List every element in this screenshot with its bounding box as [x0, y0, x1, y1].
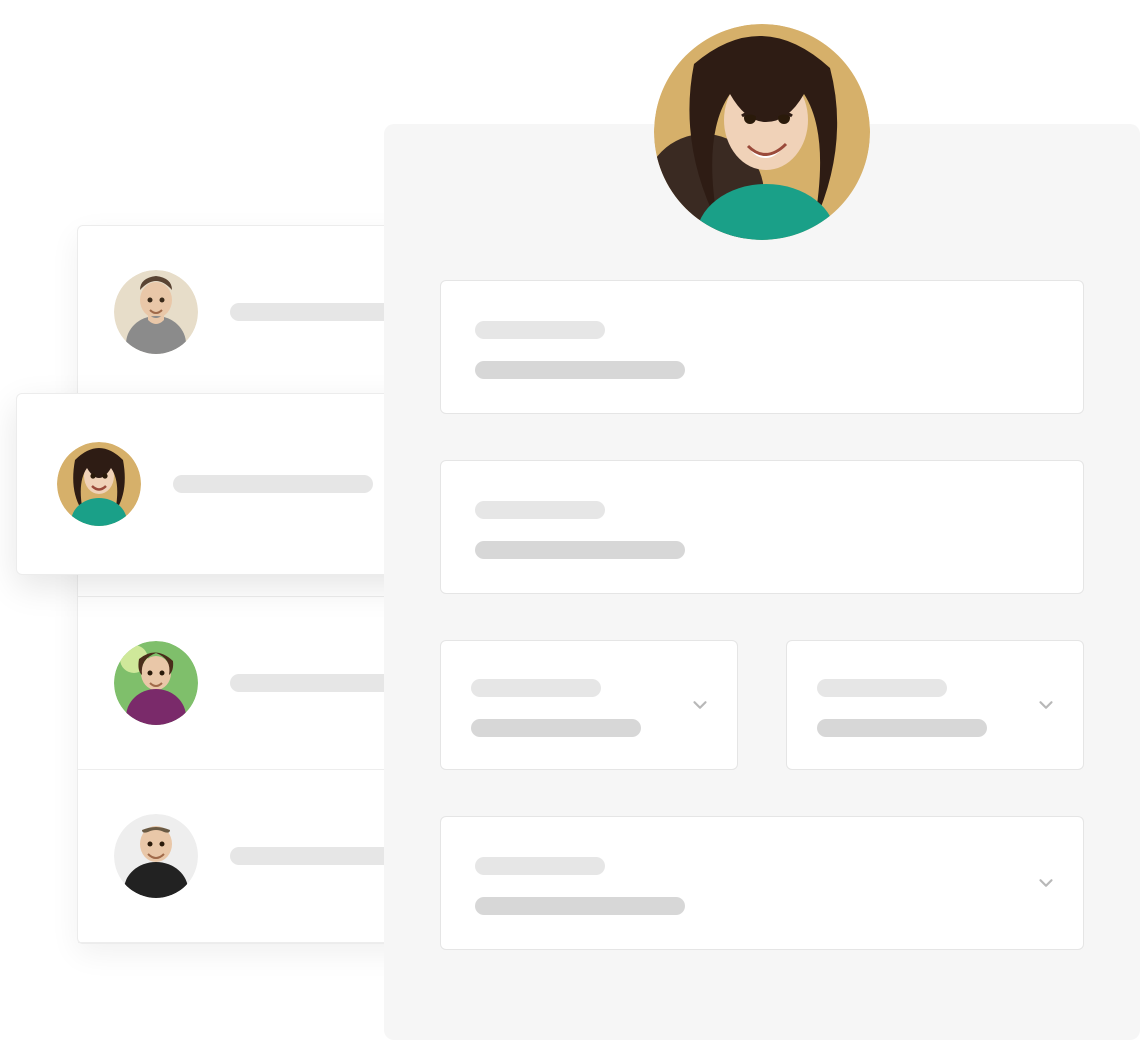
field-value: [471, 719, 641, 737]
chevron-down-icon: [1035, 872, 1057, 894]
list-item-label: [173, 475, 373, 493]
detail-dropdown[interactable]: [440, 816, 1084, 950]
detail-cards: [440, 280, 1084, 996]
field-label: [817, 679, 947, 697]
detail-field-row: [440, 640, 1084, 770]
detail-field[interactable]: [440, 460, 1084, 594]
field-label: [475, 321, 605, 339]
list-item-label: [230, 303, 400, 321]
field-label: [475, 857, 605, 875]
avatar: [114, 814, 198, 898]
chevron-down-icon: [1035, 694, 1057, 716]
field-value: [817, 719, 987, 737]
field-value: [475, 897, 685, 915]
detail-avatar: [654, 24, 870, 240]
avatar: [57, 442, 141, 526]
detail-dropdown[interactable]: [440, 640, 738, 770]
chevron-down-icon: [689, 694, 711, 716]
field-value: [475, 541, 685, 559]
detail-dropdown[interactable]: [786, 640, 1084, 770]
avatar: [114, 641, 198, 725]
field-value: [475, 361, 685, 379]
list-item-label: [230, 847, 400, 865]
detail-panel: [384, 124, 1140, 1040]
detail-field[interactable]: [440, 280, 1084, 414]
avatar: [114, 270, 198, 354]
field-label: [475, 501, 605, 519]
list-item-label: [230, 674, 400, 692]
field-label: [471, 679, 601, 697]
